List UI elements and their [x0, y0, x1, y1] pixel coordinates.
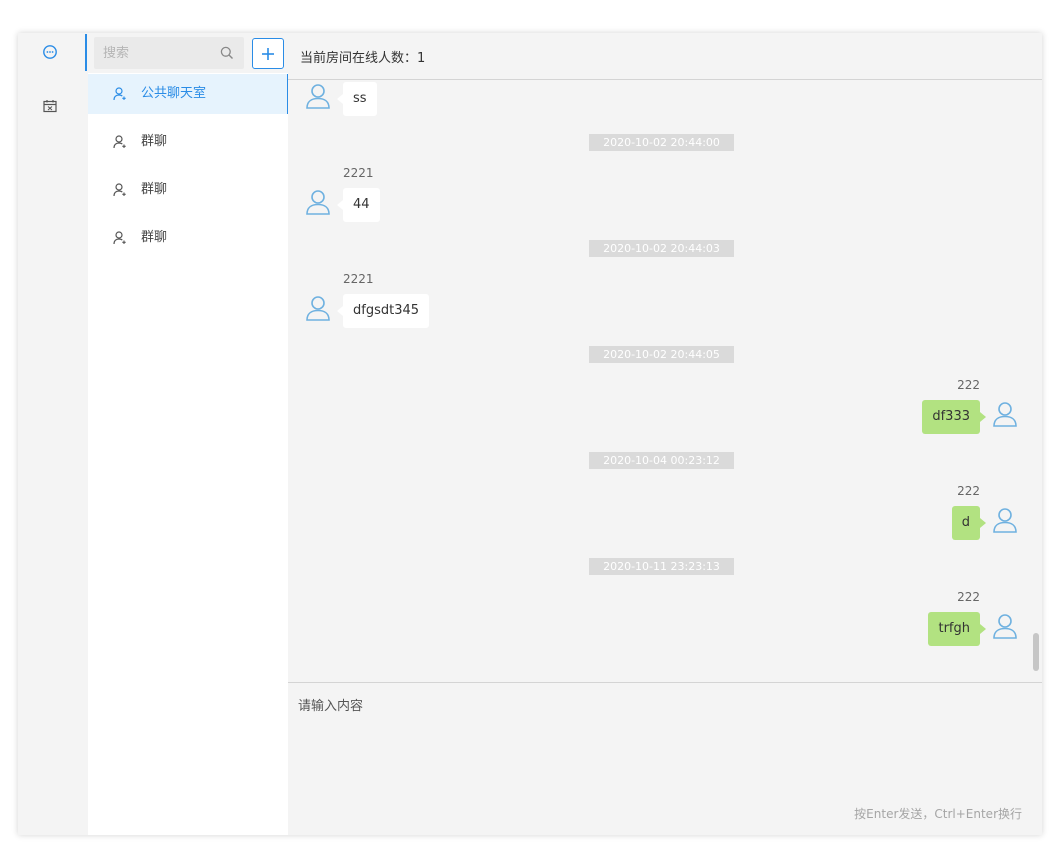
- message-bubble-own: trfgh: [928, 612, 986, 646]
- user-add-icon: [113, 183, 126, 197]
- message-input[interactable]: [288, 683, 1042, 793]
- message-bubble: dfgsdt345: [336, 294, 430, 328]
- chat-window: 公共聊天室 群聊 群聊: [18, 33, 1042, 835]
- user-avatar-icon: [993, 402, 1017, 427]
- plus-icon: [262, 47, 274, 60]
- nav-item-calendar[interactable]: [38, 94, 62, 118]
- contact-item-public-room[interactable]: 公共聊天室: [88, 74, 290, 114]
- user-avatar-icon: [306, 84, 330, 109]
- user-add-icon: [113, 231, 126, 245]
- sender-name: 222: [957, 590, 980, 604]
- user-avatar-icon: [306, 190, 330, 215]
- message-timestamp: 2020-10-02 20:44:05: [589, 346, 734, 363]
- sender-name: 222: [957, 378, 980, 392]
- contact-item-group[interactable]: 群聊: [88, 218, 288, 258]
- sender-name: 2221: [343, 166, 374, 180]
- user-avatar-icon: [306, 296, 330, 321]
- message-bubble: 44: [337, 188, 380, 222]
- message-scrollbar[interactable]: [1033, 633, 1039, 671]
- search-icon[interactable]: [219, 45, 235, 61]
- contact-label: 群聊: [141, 230, 168, 245]
- sender-name: 2221: [343, 272, 374, 286]
- chat-bubble-icon: [43, 45, 57, 59]
- nav-bar: [18, 33, 88, 835]
- contact-panel: 公共聊天室 群聊 群聊: [85, 33, 290, 835]
- message-timestamp: 2020-10-02 20:44:03: [589, 240, 734, 257]
- user-add-icon: [113, 135, 126, 149]
- user-avatar-icon: [993, 508, 1017, 533]
- send-hint: 按Enter发送，Ctrl+Enter换行: [854, 807, 1022, 821]
- input-area: 按Enter发送，Ctrl+Enter换行: [288, 682, 1042, 835]
- calendar-icon: [43, 100, 57, 113]
- sender-name: 222: [957, 484, 980, 498]
- message-timestamp: 2020-10-02 20:44:00: [589, 134, 734, 151]
- message-timestamp: 2020-10-11 23:23:13: [589, 558, 734, 575]
- chat-header: 当前房间在线人数：1: [288, 33, 1042, 80]
- contact-item-group[interactable]: 群聊: [88, 122, 288, 162]
- search-input[interactable]: [94, 37, 214, 69]
- message-timestamp: 2020-10-04 00:23:12: [589, 452, 734, 469]
- contact-label: 群聊: [141, 134, 168, 149]
- search-row: [85, 33, 288, 73]
- message-list[interactable]: ss 2020-10-02 20:44:00 2221 44 2020-10-0…: [288, 80, 1042, 682]
- message-bubble-own: d: [951, 506, 987, 540]
- contact-label: 公共聊天室: [141, 86, 207, 101]
- message-bubble-own: df333: [922, 400, 986, 434]
- add-group-button[interactable]: [252, 38, 284, 69]
- contact-item-group[interactable]: 群聊: [88, 170, 288, 210]
- contact-label: 群聊: [141, 182, 168, 197]
- search-box: [94, 37, 244, 69]
- chat-area: 当前房间在线人数：1 ss 2020-10-02 20:44:00 2221 4…: [288, 33, 1042, 835]
- message-bubble: ss: [337, 82, 377, 116]
- user-add-icon: [113, 87, 126, 101]
- user-avatar-icon: [993, 614, 1017, 639]
- nav-item-chat[interactable]: [38, 40, 62, 64]
- online-count: 当前房间在线人数：1: [300, 51, 426, 66]
- search-focus-mark: [85, 34, 87, 71]
